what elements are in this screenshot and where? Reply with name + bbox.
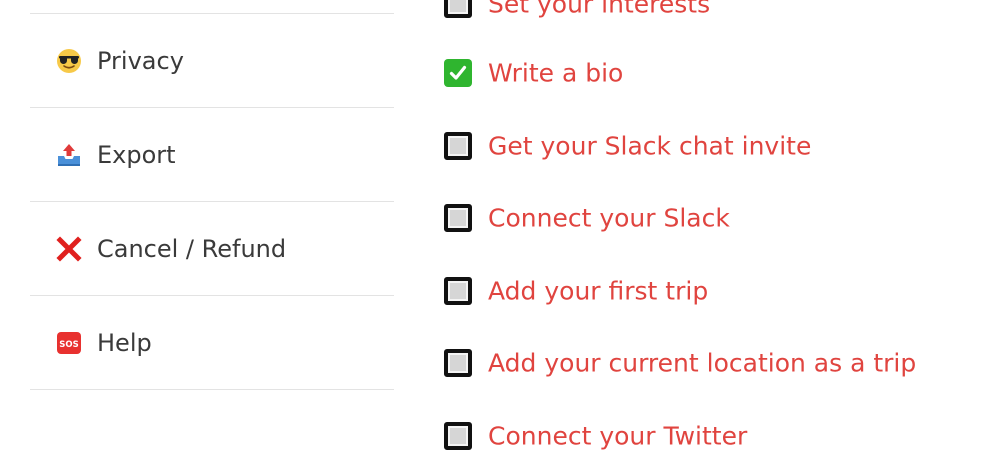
outbox-tray-icon [56,142,82,168]
checklist-item-set-interests[interactable]: Set your interests [444,0,984,24]
cross-mark-icon [56,235,82,262]
settings-page: Privacy Export Cancel / Refund SOS Help … [0,0,1000,472]
checklist-item-label[interactable]: Write a bio [488,59,623,88]
menu-item-privacy[interactable]: Privacy [30,14,394,108]
checklist-item-label[interactable]: Add your first trip [488,277,708,306]
unchecked-box-icon[interactable] [444,132,472,160]
sunglasses-face-icon [56,48,82,74]
settings-menu: Privacy Export Cancel / Refund SOS Help [30,13,394,390]
unchecked-box-icon[interactable] [444,422,472,450]
menu-item-label: Privacy [97,46,184,75]
menu-item-cancel-refund[interactable]: Cancel / Refund [30,202,394,296]
sos-icon: SOS [56,330,82,356]
checklist-item-label[interactable]: Connect your Slack [488,204,730,233]
checklist-item-current-location[interactable]: Add your current location as a trip [444,343,984,383]
checklist-item-label[interactable]: Add your current location as a trip [488,349,916,378]
menu-item-label: Cancel / Refund [97,234,287,263]
svg-text:SOS: SOS [59,340,78,350]
menu-item-label: Help [97,328,152,357]
unchecked-box-icon[interactable] [444,349,472,377]
checklist-item-write-bio[interactable]: Write a bio [444,53,984,93]
checklist-item-slack-invite[interactable]: Get your Slack chat invite [444,126,984,166]
checklist-item-label[interactable]: Get your Slack chat invite [488,132,811,161]
checklist-item-connect-slack[interactable]: Connect your Slack [444,198,984,238]
checklist-item-connect-twitter[interactable]: Connect your Twitter [444,416,984,456]
unchecked-box-icon[interactable] [444,204,472,232]
unchecked-box-icon[interactable] [444,0,472,18]
checklist-item-label[interactable]: Connect your Twitter [488,422,747,451]
menu-item-help[interactable]: SOS Help [30,296,394,390]
checklist-item-label[interactable]: Set your interests [488,0,710,19]
checklist-item-first-trip[interactable]: Add your first trip [444,271,984,311]
checkmark-box-icon[interactable] [444,59,472,87]
menu-item-export[interactable]: Export [30,108,394,202]
menu-item-label: Export [97,140,176,169]
unchecked-box-icon[interactable] [444,277,472,305]
